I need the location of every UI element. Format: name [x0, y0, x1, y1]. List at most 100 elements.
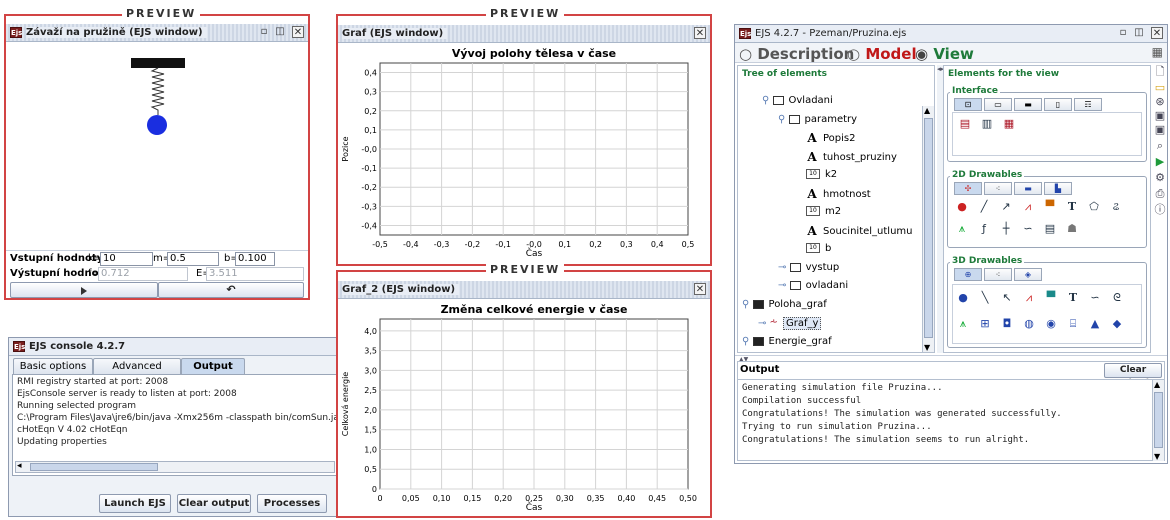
grid-view-icon[interactable]: ▦ [1152, 45, 1163, 59]
tree-item-soucinitel-utlumu[interactable]: A Soucinitel_utlumu [806, 224, 912, 239]
custom-icon[interactable]: ☗ [1064, 222, 1080, 236]
close-icon[interactable]: ✕ [292, 26, 304, 38]
expand-icon[interactable]: ⊸ [758, 318, 770, 329]
output-text-area[interactable]: Generating simulation file Pruzina... Co… [738, 379, 1164, 461]
text-icon[interactable]: T [1064, 200, 1080, 214]
curve-icon[interactable]: ∽ [1020, 222, 1036, 236]
text-3d-icon[interactable]: T [1065, 291, 1081, 305]
tree-item-vystup[interactable]: ⊸ vystup [778, 261, 839, 275]
scroll-down-icon[interactable]: ▼ [924, 343, 930, 352]
close-icon[interactable]: ✕ [1151, 27, 1163, 39]
tree-item-hmotnost[interactable]: Ahmotnost [806, 187, 870, 202]
sphere-3d-icon[interactable]: ◍ [1021, 317, 1037, 331]
tree-item-energie-graf[interactable]: ⚲ Energie_graf [742, 335, 832, 349]
arrow-icon[interactable]: ↗ [998, 200, 1014, 214]
tree-item-ovladani[interactable]: ⚲ Ovladani [762, 94, 833, 108]
interface-tab-buttons[interactable]: ▬ [1014, 98, 1042, 111]
tab-2d-other[interactable]: ▙ [1044, 182, 1072, 195]
tab-advanced-options[interactable]: Advanced options [93, 358, 181, 387]
radio-model[interactable]: ○ Model [847, 45, 917, 63]
axes-icon[interactable]: ┼ [998, 222, 1014, 236]
tree-content[interactable]: ⚲ Ovladani ⚲ parametry A Popis2 Atuhost_p… [738, 84, 922, 352]
tree-item-graf-y[interactable]: ⊸ ⩪ Graf_y [758, 316, 822, 331]
grid-3d-icon[interactable]: ⊞ [977, 317, 993, 331]
maximize-icon[interactable]: ◫ [1133, 27, 1145, 39]
shape-icon[interactable]: ● [954, 200, 970, 214]
launch-ejs-button[interactable]: Launch EJS [99, 494, 171, 513]
cylinder-3d-icon[interactable]: ⌸ [1065, 317, 1081, 331]
print-icon[interactable]: ⎙ [1153, 187, 1167, 201]
expand-icon[interactable]: ⚲ [742, 336, 753, 347]
tree-item-b[interactable]: 10 b [806, 242, 831, 256]
spring-icon[interactable]: ⩘ [1020, 200, 1036, 214]
dialog-icon[interactable]: ▥ [979, 117, 995, 131]
tab-output-area[interactable]: Output area [181, 358, 245, 387]
interface-tab-menus[interactable]: ☶ [1074, 98, 1102, 111]
expand-icon[interactable]: ⊸ [778, 262, 790, 273]
radio-description[interactable]: ○ Description [739, 45, 854, 63]
clear-output-button[interactable]: Clear output [1104, 363, 1162, 388]
trace-icon[interactable]: ଌ [1108, 200, 1124, 214]
close-icon[interactable]: ✕ [694, 283, 706, 295]
interface-tab-basic[interactable]: ▭ [984, 98, 1012, 111]
polygon-icon[interactable]: ⬠ [1086, 200, 1102, 214]
console-titlebar[interactable]: Ejs EJS console 4.2.7 [9, 338, 337, 356]
tab-3d-basic[interactable]: ⊕ [954, 268, 982, 281]
info-icon[interactable]: ⓘ [1153, 203, 1167, 217]
graf2-titlebar[interactable]: Graf_2 (EJS window) ✕ [338, 281, 710, 299]
horizontal-scrollbar[interactable]: ◂ [15, 461, 335, 473]
maximize-icon[interactable]: ◫ [274, 26, 286, 38]
search-icon[interactable]: ⌕ [1153, 139, 1167, 153]
restore-icon[interactable]: ▫ [258, 26, 270, 38]
tree-item-poloha-graf[interactable]: ⚲ Poloha_graf [742, 298, 827, 312]
tab-2d-fields[interactable]: ▬ [1014, 182, 1042, 195]
radio-view[interactable]: ◉ View [915, 45, 974, 63]
segment-icon[interactable]: ╱ [976, 200, 992, 214]
interface-tab-containers[interactable]: ⊡ [954, 98, 982, 111]
frame-icon[interactable]: ▤ [957, 117, 973, 131]
data-icon[interactable]: ▤ [1042, 222, 1058, 236]
tree-item-popis2[interactable]: A Popis2 [806, 131, 855, 146]
tree-item-ovladani-2[interactable]: ⊸ ovladani [778, 279, 848, 293]
tab-2d-basic[interactable]: ✣ [954, 182, 982, 195]
interface-tab-fields[interactable]: ▯ [1044, 98, 1072, 111]
tree-item-parametry[interactable]: ⚲ parametry [778, 113, 857, 127]
image-icon[interactable]: ▀ [1042, 200, 1058, 214]
tab-3d-other[interactable]: ◈ [1014, 268, 1042, 281]
open-folder-icon[interactable]: ▭ [1153, 81, 1167, 95]
processes-button[interactable]: Processes [257, 494, 327, 513]
scrollbar-thumb[interactable] [924, 118, 933, 338]
plot-icon[interactable]: ⩚ [954, 222, 970, 236]
scroll-down-icon[interactable]: ▼ [1154, 452, 1160, 461]
reset-button[interactable]: ↶ [158, 282, 304, 298]
window-titlebar[interactable]: Ejs Závaží na pružině (EJS window) ▫ ◫ ✕ [6, 24, 308, 42]
cone-3d-icon[interactable]: ▲ [1087, 317, 1103, 331]
b-field[interactable]: 0.100 [235, 252, 275, 266]
open-web-icon[interactable]: ⊛ [1153, 95, 1167, 109]
run-icon[interactable]: ▶ [1153, 155, 1167, 169]
graf-titlebar[interactable]: Graf (EJS window) ✕ [338, 25, 710, 43]
expand-icon[interactable]: ⚲ [778, 114, 789, 125]
position-chart[interactable]: Vývoj polohy tělesa v čase -0,5 -0,4 -0,3 -0… [338, 43, 710, 264]
settings-icon[interactable]: ⚙ [1153, 171, 1167, 185]
restore-icon[interactable]: ▫ [1117, 27, 1129, 39]
expand-icon[interactable]: ⚲ [762, 95, 773, 106]
ejs-titlebar[interactable]: Ejs EJS 4.2.7 - Pzeman/Pruzina.ejs ▫ ◫ ✕ [735, 25, 1167, 43]
function-icon[interactable]: ƒ [976, 222, 992, 236]
scroll-left-icon[interactable]: ◂ [17, 461, 22, 471]
save-as-icon[interactable]: ▣ [1153, 123, 1167, 137]
k-field[interactable]: 10 [100, 252, 153, 266]
scroll-up-icon[interactable]: ▲ [924, 106, 930, 115]
output-scrollbar[interactable]: ▲ ▼ [1152, 380, 1164, 461]
arrow-3d-icon[interactable]: ↖ [999, 291, 1015, 305]
scrollbar-thumb[interactable] [1154, 392, 1163, 448]
tetra-3d-icon[interactable]: ◆ [1109, 317, 1125, 331]
curve-3d-icon[interactable]: ∽ [1087, 291, 1103, 305]
scrollbar-thumb[interactable] [30, 463, 158, 471]
expand-icon[interactable]: ⊸ [778, 280, 790, 291]
box-3d-icon[interactable]: ◘ [999, 317, 1015, 331]
energy-chart[interactable]: Změna celkové energie v čase 0 0,05 0,10 0,1… [338, 299, 710, 516]
save-icon[interactable]: ▣ [1153, 109, 1167, 123]
spiral-3d-icon[interactable]: ᘓ [1109, 291, 1125, 305]
plot-3d-icon[interactable]: ⩚ [955, 317, 971, 331]
